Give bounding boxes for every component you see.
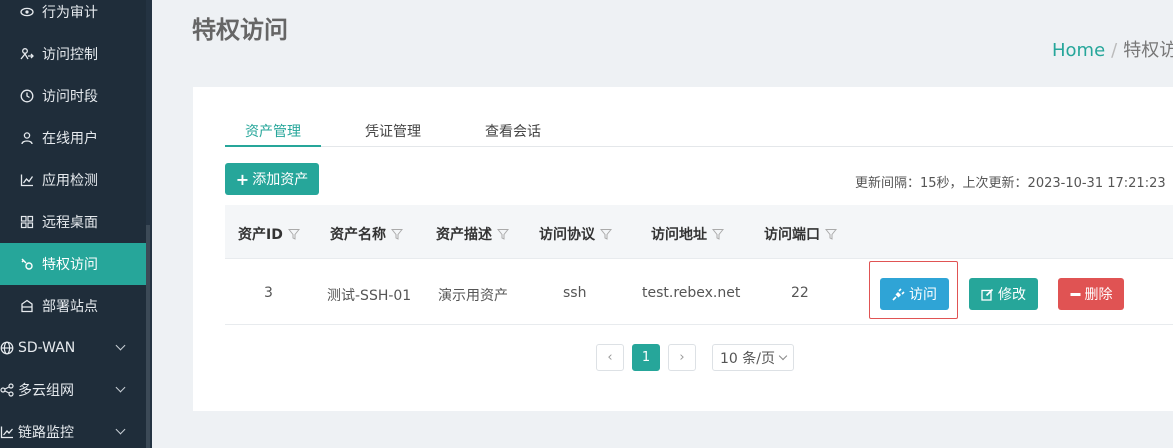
sidebar-item-online-users[interactable]: 在线用户	[0, 117, 146, 159]
breadcrumb-current: 特权访问	[1123, 40, 1173, 61]
plug-icon	[892, 287, 905, 301]
cell-port: 22	[791, 285, 809, 301]
pagination-page-current[interactable]: 1	[632, 344, 660, 371]
sidebar-item-access-period[interactable]: 访问时段	[0, 75, 146, 117]
add-asset-button[interactable]: + 添加资产	[225, 163, 319, 195]
chevron-down-icon	[115, 424, 126, 435]
active-tab-indicator	[225, 145, 321, 147]
sidebar-group-sd-wan[interactable]: SD-WAN	[0, 327, 146, 369]
clock-icon	[20, 89, 34, 103]
filter-icon[interactable]	[600, 228, 612, 240]
sidebar-item-label: 行为审计	[42, 5, 98, 21]
sidebar-item-label: 部署站点	[42, 299, 98, 315]
delete-label: 删除	[1084, 287, 1113, 303]
minus-icon	[1070, 292, 1080, 296]
plus-icon: +	[235, 169, 250, 189]
key-icon	[20, 257, 34, 271]
sidebar-item-app-detection[interactable]: 应用检测	[0, 159, 146, 201]
chevron-left-icon: ‹	[607, 350, 613, 365]
globe-icon	[0, 341, 14, 355]
sidebar-item-behavior-audit[interactable]: 行为审计	[0, 0, 146, 33]
breadcrumb-home-link[interactable]: Home	[1052, 40, 1105, 61]
page-size-value: 10 条/页	[720, 350, 775, 367]
sidebar-item-access-control[interactable]: 访问控制	[0, 33, 146, 75]
column-label: 资产描述	[436, 227, 492, 243]
column-header-address: 访问地址	[651, 224, 724, 244]
filter-icon[interactable]	[825, 228, 837, 240]
eye-icon	[20, 5, 34, 19]
site-icon	[20, 299, 34, 313]
pagination-next-button[interactable]: ›	[668, 344, 696, 371]
page-title: 特权访问	[192, 16, 288, 44]
sidebar-group-multi-cloud[interactable]: 多云组网	[0, 369, 146, 411]
sidebar-item-label: 访问时段	[42, 89, 98, 105]
cell-asset-desc: 演示用资产	[438, 288, 508, 304]
cloud-network-icon	[0, 383, 14, 397]
sidebar-item-label: 访问控制	[42, 47, 98, 63]
chevron-right-icon: ›	[679, 350, 685, 365]
sidebar-item-label: 应用检测	[42, 173, 98, 189]
edit-button[interactable]: 修改	[969, 278, 1038, 310]
column-label: 资产ID	[238, 227, 283, 243]
cell-asset-name: 测试-SSH-01	[327, 288, 412, 304]
cell-asset-id: 3	[264, 285, 273, 301]
chevron-down-icon	[115, 382, 126, 393]
filter-icon[interactable]	[287, 228, 300, 240]
sidebar-scrollbar[interactable]	[146, 225, 150, 448]
sidebar-item-label: 特权访问	[42, 257, 98, 273]
refresh-status: 更新间隔：15秒，上次更新：2023-10-31 17:21:23	[855, 176, 1166, 191]
column-label: 访问端口	[764, 227, 820, 243]
chevron-down-icon	[115, 340, 126, 351]
edit-label: 修改	[998, 287, 1026, 303]
sidebar-group-link-monitor[interactable]: 链路监控	[0, 411, 146, 448]
edit-icon	[981, 288, 994, 301]
column-header-protocol: 访问协议	[539, 224, 612, 244]
sidebar-item-label: 在线用户	[42, 131, 98, 147]
column-header-asset-id: 资产ID	[238, 224, 300, 244]
trend-icon	[0, 425, 14, 439]
visit-label: 访问	[909, 287, 937, 303]
sidebar-group-label: 多云组网	[18, 383, 74, 399]
delete-button[interactable]: 删除	[1058, 278, 1124, 310]
line-chart-icon	[20, 173, 34, 187]
grid-icon	[20, 215, 34, 229]
sidebar-item-privileged-access[interactable]: 特权访问	[0, 243, 146, 285]
user-icon	[20, 131, 34, 145]
breadcrumb-separator: /	[1111, 40, 1118, 61]
filter-icon[interactable]	[497, 228, 509, 240]
access-control-icon	[20, 47, 34, 61]
tab-asset-management[interactable]: 资产管理	[245, 121, 301, 141]
visit-button[interactable]: 访问	[880, 278, 949, 310]
column-header-asset-name: 资产名称	[330, 224, 403, 244]
cell-protocol: ssh	[563, 285, 587, 301]
sidebar-group-label: SD-WAN	[18, 340, 76, 356]
tab-credential-management[interactable]: 凭证管理	[365, 121, 421, 141]
tab-view-sessions[interactable]: 查看会话	[485, 121, 541, 141]
column-header-asset-desc: 资产描述	[436, 224, 509, 244]
add-asset-label: 添加资产	[252, 172, 309, 188]
filter-icon[interactable]	[712, 228, 724, 240]
sidebar-item-label: 远程桌面	[42, 215, 98, 231]
sidebar-group-label: 链路监控	[18, 425, 74, 441]
cell-address: test.rebex.net	[642, 285, 741, 301]
pagination-prev-button[interactable]: ‹	[596, 344, 624, 371]
sidebar-item-remote-desktop[interactable]: 远程桌面	[0, 201, 146, 243]
column-label: 资产名称	[330, 227, 386, 243]
column-header-port: 访问端口	[764, 224, 837, 244]
filter-icon[interactable]	[391, 228, 403, 240]
column-label: 访问地址	[651, 227, 707, 243]
sidebar-item-deploy-site[interactable]: 部署站点	[0, 285, 146, 327]
page-size-select[interactable]: 10 条/页	[712, 344, 794, 371]
column-label: 访问协议	[539, 227, 595, 243]
chevron-down-icon	[778, 351, 788, 360]
breadcrumb: Home /特权访问	[1052, 36, 1173, 62]
